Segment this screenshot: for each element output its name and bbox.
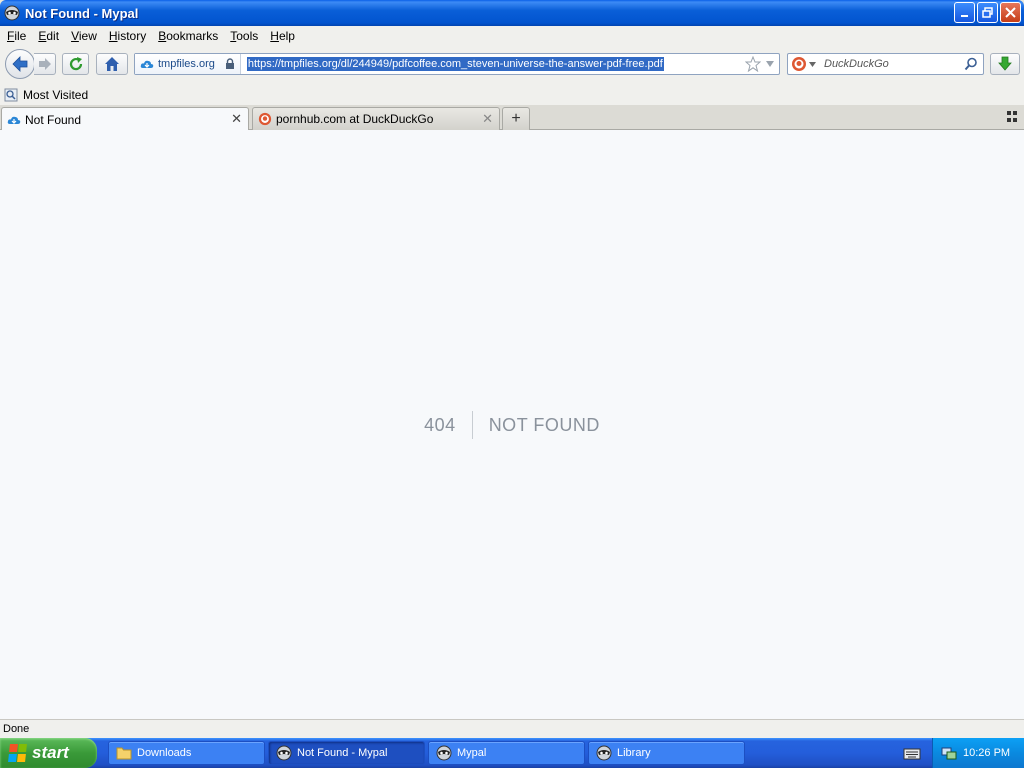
new-tab-button[interactable]: +: [502, 107, 530, 130]
folder-icon: [116, 745, 132, 761]
tab-label: pornhub.com at DuckDuckGo: [276, 112, 434, 126]
status-text: Done: [3, 723, 30, 735]
site-identity[interactable]: tmpfiles.org: [135, 54, 241, 74]
taskbar-item-downloads[interactable]: Downloads: [108, 741, 265, 765]
download-arrow-icon: [998, 56, 1012, 71]
menu-history[interactable]: History: [103, 29, 152, 43]
minimize-button[interactable]: [954, 2, 975, 23]
lock-icon: [225, 58, 234, 69]
tab-close-icon[interactable]: ✕: [482, 111, 493, 127]
identity-host: tmpfiles.org: [158, 58, 215, 70]
downloads-button[interactable]: [990, 53, 1020, 75]
windows-logo-icon: [8, 744, 28, 762]
navigation-toolbar: tmpfiles.org https://tmpfiles.org/dl/244…: [0, 46, 1024, 84]
restore-button[interactable]: [977, 2, 998, 23]
error-message: NOT FOUND: [488, 415, 600, 435]
taskbar: start Downloads Not Found - Mypal Mypal …: [0, 738, 1024, 768]
url-dropdown-icon[interactable]: [765, 60, 775, 68]
list-all-tabs-icon[interactable]: [1007, 111, 1019, 123]
close-icon: [1005, 7, 1016, 18]
tab-strip: Not Found ✕ pornhub.com at DuckDuckGo ✕ …: [0, 105, 1024, 131]
error-code: 404: [424, 411, 473, 439]
menu-bookmarks[interactable]: Bookmarks: [152, 29, 224, 43]
clock: 10:26 PM: [963, 747, 1011, 759]
mypal-icon: [596, 745, 612, 761]
tab-close-icon[interactable]: ✕: [231, 111, 242, 127]
back-button[interactable]: [5, 49, 35, 79]
bookmark-most-visited[interactable]: Most Visited: [4, 88, 88, 102]
forward-button[interactable]: [34, 53, 56, 75]
mypal-icon: [276, 745, 292, 761]
menu-tools[interactable]: Tools: [224, 29, 264, 43]
search-bar[interactable]: DuckDuckGo: [787, 53, 984, 75]
menu-view[interactable]: View: [65, 29, 103, 43]
mypal-icon: [436, 745, 452, 761]
title-bar[interactable]: Not Found - Mypal: [0, 0, 1024, 26]
taskbar-item-mypal[interactable]: Mypal: [428, 741, 585, 765]
status-bar: Done: [0, 719, 1024, 738]
bookmark-star-icon[interactable]: [745, 56, 761, 72]
cloud-favicon-icon: [7, 113, 21, 127]
back-arrow-icon: [12, 56, 28, 72]
start-button[interactable]: start: [0, 738, 97, 768]
search-icon[interactable]: [964, 57, 978, 71]
cloud-favicon-icon: [140, 60, 154, 68]
not-found-message: 404 NOT FOUND: [0, 411, 1024, 439]
plus-icon: +: [511, 110, 521, 127]
close-button[interactable]: [1000, 2, 1021, 23]
url-bar-actions: [745, 56, 775, 72]
window-controls: [954, 2, 1021, 23]
menu-help[interactable]: Help: [264, 29, 301, 43]
bookmarks-toolbar: Most Visited: [0, 84, 1024, 105]
search-input[interactable]: DuckDuckGo: [824, 58, 889, 70]
taskbar-item-library[interactable]: Library: [588, 741, 745, 765]
home-button[interactable]: [96, 53, 128, 75]
menu-edit[interactable]: Edit: [32, 29, 65, 43]
search-engine-dropdown-icon: [809, 61, 816, 67]
duckduckgo-icon: [792, 57, 806, 71]
home-icon: [105, 57, 119, 71]
restore-icon: [982, 7, 993, 18]
tab-not-found[interactable]: Not Found ✕: [1, 107, 249, 131]
duckduckgo-icon: [258, 112, 272, 126]
most-visited-icon: [4, 88, 18, 101]
reload-button[interactable]: [62, 53, 89, 75]
menu-file[interactable]: File: [0, 29, 32, 43]
page-content: 404 NOT FOUND: [0, 130, 1024, 719]
window-title: Not Found - Mypal: [25, 5, 139, 21]
mypal-icon: [4, 5, 20, 21]
url-bar[interactable]: tmpfiles.org https://tmpfiles.org/dl/244…: [134, 53, 780, 75]
system-tray: 10:26 PM: [932, 738, 1024, 768]
minimize-icon: [960, 14, 968, 17]
tab-label: Not Found: [25, 112, 82, 127]
reload-icon: [69, 57, 82, 71]
menu-bar: File Edit View History Bookmarks Tools H…: [0, 26, 1024, 46]
taskbar-item-not-found-mypal[interactable]: Not Found - Mypal: [268, 741, 425, 765]
forward-arrow-icon: [38, 58, 51, 70]
tab-duckduckgo-search[interactable]: pornhub.com at DuckDuckGo ✕: [252, 107, 500, 130]
start-label: start: [32, 743, 69, 762]
network-icon[interactable]: [941, 745, 957, 761]
search-engine-selector[interactable]: [791, 56, 816, 72]
url-input-text[interactable]: https://tmpfiles.org/dl/244949/pdfcoffee…: [246, 57, 664, 71]
bookmark-label: Most Visited: [23, 87, 89, 102]
keyboard-icon[interactable]: [903, 746, 921, 760]
